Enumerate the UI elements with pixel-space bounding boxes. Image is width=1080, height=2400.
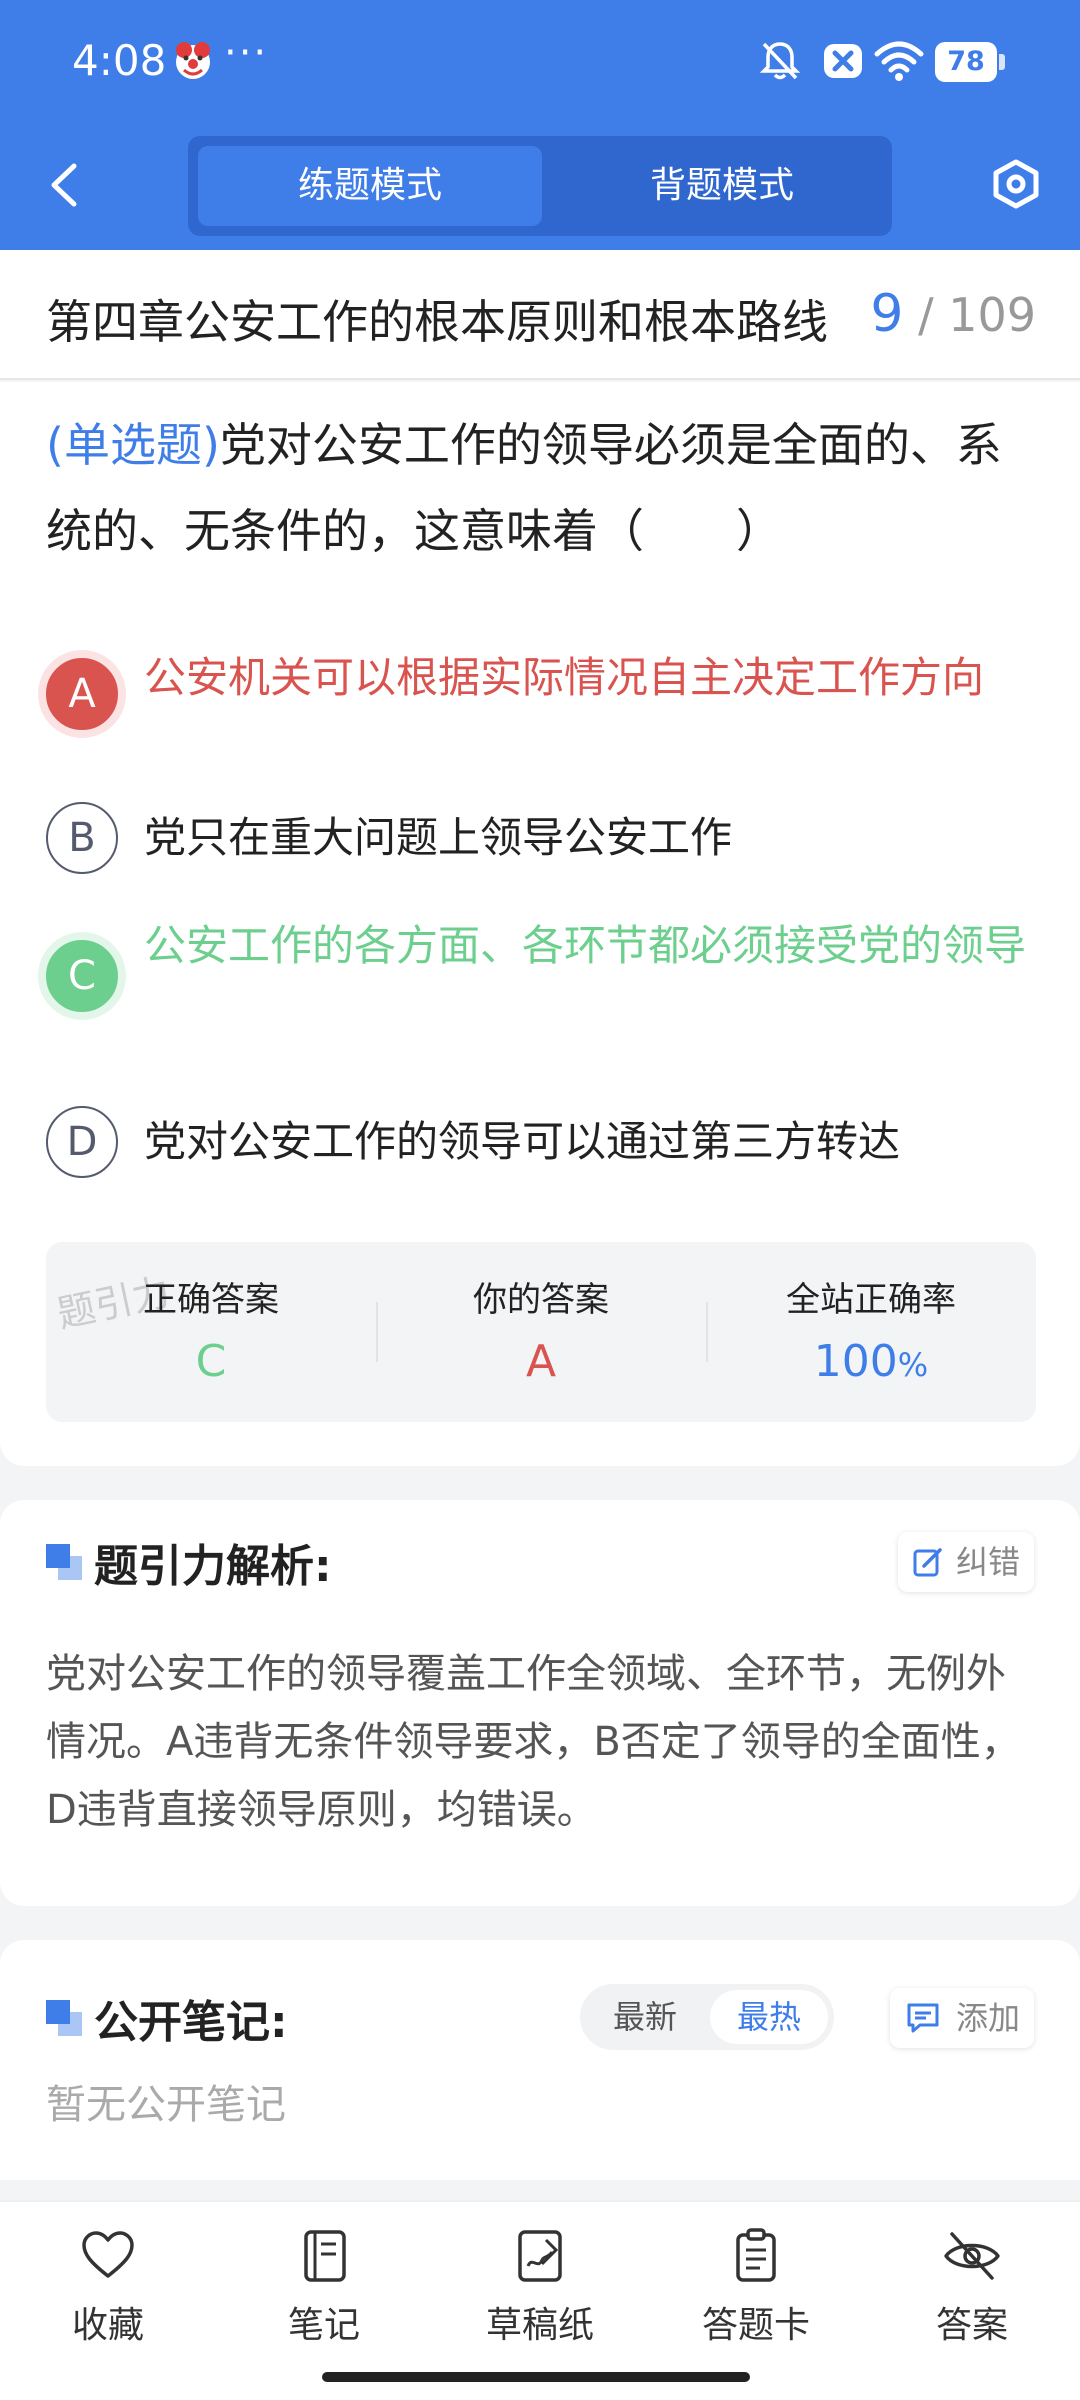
answer-card-button[interactable]: 答题卡: [648, 2226, 864, 2348]
total-questions: / 109: [918, 288, 1036, 342]
comment-icon: [907, 2003, 939, 2033]
notes-title: 公开笔记:: [94, 1997, 288, 2048]
status-bar: 4:08 ··· 78: [0, 0, 1080, 120]
option-b[interactable]: B 党只在重大问题上领导公安工作: [46, 802, 1036, 882]
analysis-title: 题引力解析:: [94, 1541, 332, 1592]
accuracy-unit: %: [897, 1346, 929, 1384]
question-card: (单选题)党对公安工作的领导必须是全面的、系统的、无条件的，这意味着（ ） A …: [0, 382, 1080, 1466]
draft-paper-button[interactable]: 草稿纸: [432, 2226, 648, 2348]
report-error-button[interactable]: 纠错: [898, 1532, 1034, 1592]
favorite-label: 收藏: [71, 2305, 144, 2346]
correct-answer-label: 正确答案: [143, 1280, 279, 1320]
notes-label: 笔记: [287, 2305, 360, 2346]
accuracy-value: 100%: [706, 1336, 1036, 1387]
battery-indicator: 78: [935, 42, 1005, 82]
heart-icon: [82, 2231, 134, 2278]
clown-app-icon: [176, 42, 210, 79]
eye-off-icon: [944, 2232, 1000, 2280]
question-stem: (单选题)党对公安工作的领导必须是全面的、系统的、无条件的，这意味着（ ）: [46, 402, 1036, 574]
option-d[interactable]: D 党对公安工作的领导可以通过第三方转达: [46, 1106, 1036, 1186]
option-b-text: 党只在重大问题上领导公安工作: [144, 813, 733, 862]
correct-answer-value: C: [195, 1336, 227, 1387]
current-question-number: 9: [870, 284, 904, 344]
question-type-label: (单选题): [46, 418, 220, 472]
empty-notes-text: 暂无公开笔记: [46, 2082, 286, 2128]
chapter-title-row: 第四章公安工作的根本原则和根本路线 9 / 109: [0, 250, 1080, 380]
sort-hottest[interactable]: 最热: [710, 1990, 828, 2044]
answer-card-label: 答题卡: [701, 2305, 810, 2346]
clipboard-icon: [736, 2228, 776, 2282]
edit-icon: [913, 1548, 942, 1577]
back-arrow-icon[interactable]: [44, 160, 84, 210]
analysis-text: 党对公安工作的领导覆盖工作全领域、全环节，无例外情况。A违背无条件领导要求，B否…: [46, 1651, 1021, 1833]
accuracy-label: 全站正确率: [786, 1280, 956, 1320]
option-c-text: 公安工作的各方面、各环节都必须接受党的领导: [144, 921, 1027, 970]
option-a[interactable]: A 公安机关可以根据实际情况自主决定工作方向: [46, 648, 1036, 768]
sort-newest[interactable]: 最新: [586, 1990, 704, 2044]
status-time: 4:08: [72, 36, 167, 85]
home-indicator[interactable]: [322, 2372, 750, 2382]
tab-practice-mode[interactable]: 练题模式: [198, 146, 542, 226]
wifi-icon: [874, 41, 924, 81]
option-a-letter: A: [46, 658, 118, 730]
show-answer-button[interactable]: 答案: [864, 2226, 1080, 2348]
notes-button[interactable]: 笔记: [216, 2226, 432, 2348]
accuracy-col: 全站正确率 100%: [706, 1242, 1036, 1422]
option-d-letter: D: [46, 1106, 118, 1178]
chapter-title: 第四章公安工作的根本原则和根本路线: [46, 295, 828, 349]
bottom-toolbar: 收藏 笔记 草稿纸 答题卡 答案: [0, 2200, 1080, 2400]
settings-hexagon-icon[interactable]: [990, 158, 1042, 210]
option-a-text: 公安机关可以根据实际情况自主决定工作方向: [144, 653, 985, 702]
close-box-icon: [824, 44, 862, 78]
analysis-card: 题引力解析: 纠错 党对公安工作的领导覆盖工作全领域、全环节，无例外情况。A违背…: [0, 1500, 1080, 1906]
notes-sort-toggle: 最新 最热: [580, 1984, 834, 2050]
more-notifications-icon: ···: [224, 30, 269, 76]
add-note-label: 添加: [956, 1999, 1021, 2037]
section-squares-icon: [46, 1544, 82, 1580]
correct-answer-col: 正确答案 C: [46, 1242, 376, 1422]
draft-paper-label: 草稿纸: [485, 2305, 594, 2346]
your-answer-label: 你的答案: [473, 1280, 609, 1320]
your-answer-col: 你的答案 A: [376, 1242, 706, 1422]
show-answer-label: 答案: [935, 2305, 1008, 2346]
bell-off-icon: [760, 42, 800, 80]
favorite-button[interactable]: 收藏: [0, 2226, 216, 2348]
your-answer-value: A: [525, 1336, 557, 1387]
report-error-label: 纠错: [956, 1543, 1021, 1581]
option-d-text: 党对公安工作的领导可以通过第三方转达: [144, 1117, 901, 1166]
public-notes-card: 公开笔记: 最新 最热 添加 暂无公开笔记: [0, 1940, 1080, 2180]
notebook-icon: [304, 2230, 346, 2282]
option-c[interactable]: C 公安工作的各方面、各环节都必须接受党的领导: [46, 916, 1036, 1036]
answer-result-box: 题引力 正确答案 C 你的答案 A 全站正确率 100%: [46, 1242, 1036, 1422]
option-b-letter: B: [46, 802, 118, 874]
app-header: 4:08 ··· 78 练题模式 背题模式: [0, 0, 1080, 250]
draft-pen-icon: [518, 2230, 562, 2282]
option-c-letter: C: [46, 940, 118, 1012]
tab-memorize-mode[interactable]: 背题模式: [550, 146, 894, 226]
section-squares-icon: [46, 2000, 82, 2036]
question-counter: 9 / 109: [870, 284, 1036, 344]
mode-toggle: 练题模式 背题模式: [188, 136, 892, 236]
add-note-button[interactable]: 添加: [890, 1988, 1034, 2048]
accuracy-number: 100: [813, 1336, 898, 1387]
